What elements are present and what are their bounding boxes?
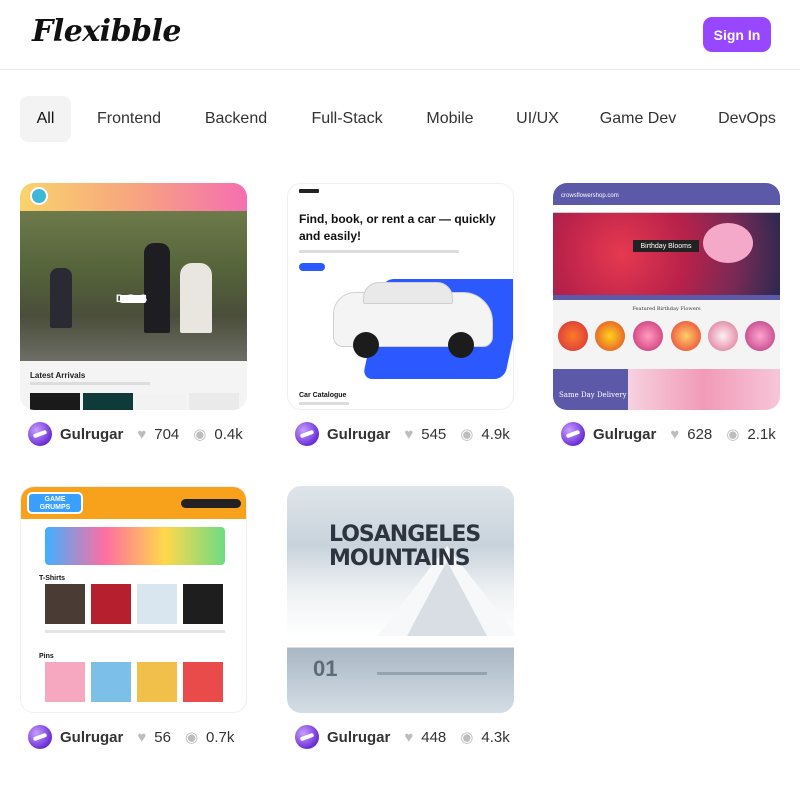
view-count: 0.7k [206,728,235,746]
project-thumbnail[interactable]: LOSANGELES MOUNTAINS 01 [287,486,514,713]
preview-section-title: Featured Birthday Flowers [632,306,701,312]
category-devops[interactable]: DevOps [712,96,782,142]
heart-icon[interactable]: ♥ [404,426,413,443]
like-count: 545 [421,425,447,443]
category-mobile[interactable]: Mobile [420,96,480,142]
preview-banner: Birthday Blooms [633,240,699,252]
project-meta: Gulrugar ♥ 545 ◉ 4.9k [295,421,522,447]
view-count: 2.1k [747,425,776,443]
view-count: 4.3k [481,728,510,746]
author-name[interactable]: Gulrugar [327,426,390,443]
category-frontend[interactable]: Frontend [90,96,168,142]
heart-icon[interactable]: ♥ [670,426,679,443]
avatar[interactable] [295,725,319,749]
heart-icon[interactable]: ♥ [137,729,146,746]
preview-section-title: Latest Arrivals [30,371,86,380]
top-nav: Flexibble Sign In [0,0,800,70]
author-name[interactable]: Gulrugar [60,426,123,443]
like-count: 448 [421,728,447,746]
like-count: 628 [687,425,713,443]
eye-icon: ◉ [726,426,740,443]
like-count: 56 [154,728,171,746]
logo[interactable]: Flexibble [32,14,182,49]
project-thumbnail[interactable]: crowsflowershop.com Birthday Blooms Feat… [553,183,780,410]
project-thumbnail[interactable]: DDS Latest Arrivals [20,183,247,410]
preview-title-line1: LOSANGELES [329,522,481,547]
preview-promo: Same Day Delivery [559,391,627,399]
preview-logo: GAME GRUMPS [27,492,83,514]
category-filter: All Frontend Backend Full-Stack Mobile U… [0,96,800,142]
project-thumbnail[interactable]: Find, book, or rent a car — quickly and … [287,183,514,410]
view-count: 0.4k [214,425,243,443]
heart-icon[interactable]: ♥ [137,426,146,443]
view-count: 4.9k [481,425,510,443]
eye-icon: ◉ [460,426,474,443]
project-meta: Gulrugar ♥ 704 ◉ 0.4k [28,421,255,447]
preview-title-line2: MOUNTAINS [329,546,471,571]
avatar[interactable] [295,422,319,446]
author-name[interactable]: Gulrugar [327,729,390,746]
eye-icon: ◉ [184,729,199,746]
preview-section-a: T-Shirts [39,575,66,582]
author-name[interactable]: Gulrugar [593,426,656,443]
category-ui-ux[interactable]: UI/UX [510,96,565,142]
project-meta: Gulrugar ♥ 448 ◉ 4.3k [295,724,522,750]
category-full-stack[interactable]: Full-Stack [303,96,391,142]
heart-icon[interactable]: ♥ [404,729,413,746]
project-thumbnail[interactable]: GAME GRUMPS T-Shirts Pins [20,486,247,713]
eye-icon: ◉ [460,729,474,746]
avatar[interactable] [28,725,52,749]
like-count: 704 [154,425,180,443]
preview-section-title: Car Catalogue [299,392,347,399]
avatar[interactable] [28,422,52,446]
preview-section-b: Pins [39,653,54,660]
author-name[interactable]: Gulrugar [60,729,123,746]
sign-in-button[interactable]: Sign In [703,17,771,52]
eye-icon: ◉ [193,426,207,443]
preview-site-name: crowsflowershop.com [561,193,619,199]
project-meta: Gulrugar ♥ 56 ◉ 0.7k [28,724,255,750]
preview-number: 01 [313,656,338,681]
category-backend[interactable]: Backend [198,96,274,142]
category-game-dev[interactable]: Game Dev [594,96,682,142]
category-all[interactable]: All [20,96,71,142]
avatar[interactable] [561,422,585,446]
preview-headline: Find, book, or rent a car — quickly and … [299,212,496,243]
project-meta: Gulrugar ♥ 628 ◉ 2.1k [561,421,788,447]
